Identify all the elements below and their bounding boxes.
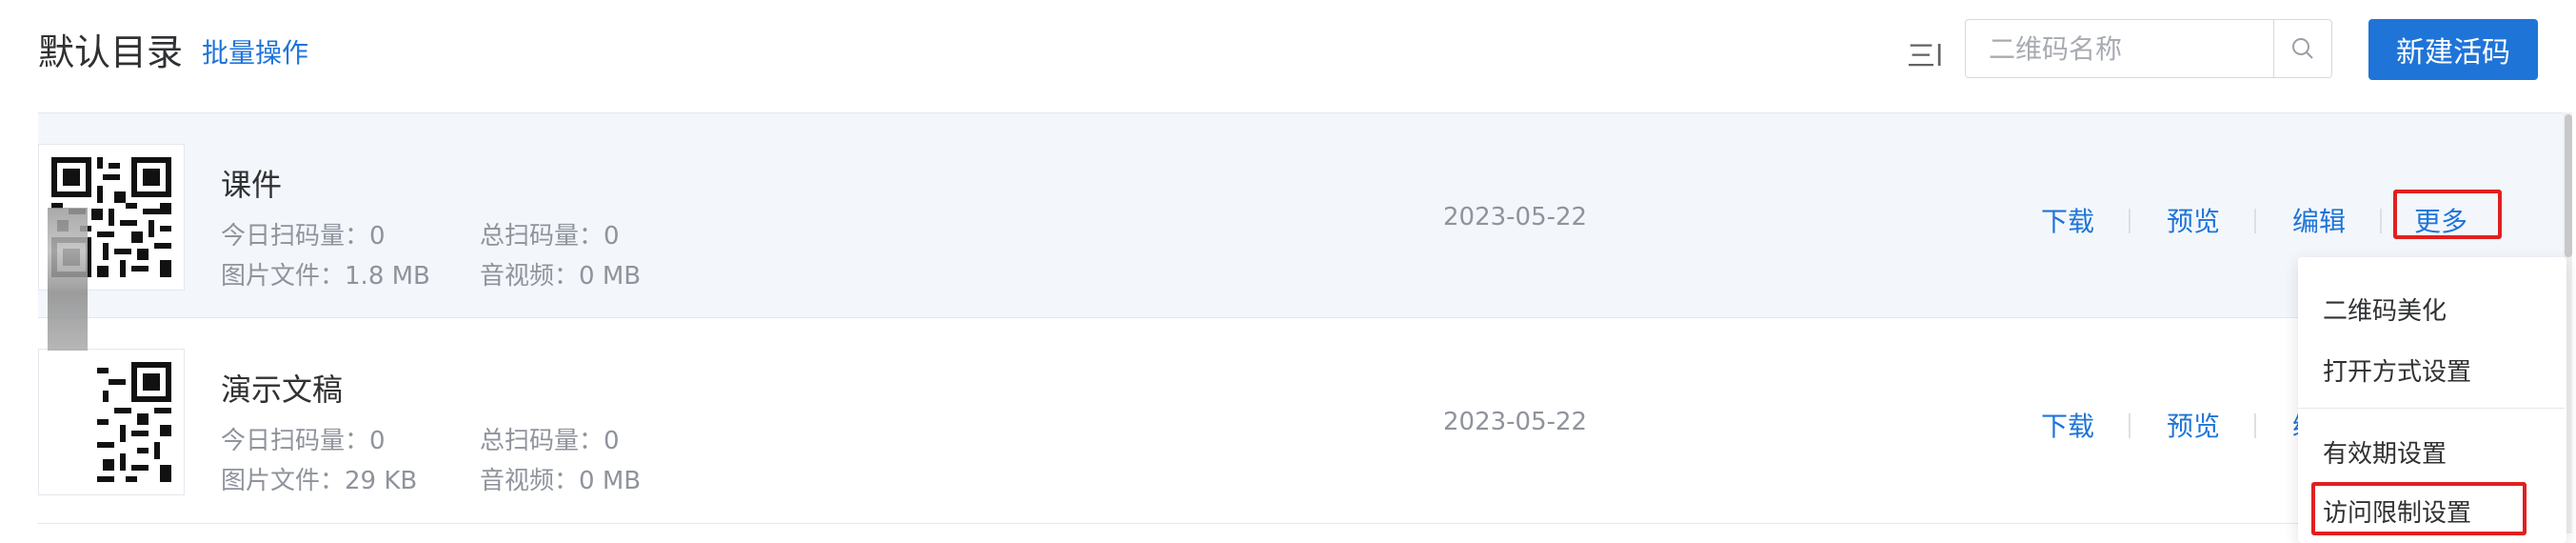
image-files-value: 1.8 MB — [345, 262, 430, 291]
download-link[interactable]: 下载 — [2041, 201, 2094, 239]
menu-item-qrcode-beautify[interactable]: 二维码美化 — [2323, 292, 2447, 327]
today-scans-value: 0 — [369, 427, 386, 455]
new-qrcode-button[interactable]: 新建活码 — [2368, 19, 2538, 80]
sort-icon[interactable]: 三l — [1907, 32, 1943, 74]
directory-title: 默认目录 — [38, 31, 184, 73]
download-link[interactable]: 下载 — [2041, 406, 2094, 444]
scrollbar-thumb[interactable] — [2565, 114, 2572, 257]
action-divider — [2129, 209, 2130, 233]
created-date: 2023-05-22 — [1443, 408, 1588, 436]
action-divider — [2129, 413, 2130, 438]
image-files-stat: 图片文件：29 KB — [221, 461, 417, 496]
today-scans-stat: 今日扫码量：0 — [221, 216, 386, 251]
action-divider — [2380, 209, 2382, 233]
total-scans-value: 0 — [604, 427, 620, 455]
search-box — [1965, 19, 2332, 78]
audio-video-stat: 音视频：0 MB — [480, 256, 641, 292]
today-scans-stat: 今日扫码量：0 — [221, 421, 386, 456]
menu-divider — [2298, 408, 2565, 409]
preview-link[interactable]: 预览 — [2167, 406, 2220, 444]
today-scans-label: 今日扫码量： — [221, 222, 370, 251]
created-date: 2023-05-22 — [1443, 203, 1588, 231]
page-header: 默认目录 批量操作 三l 新建活码 — [38, 0, 2538, 105]
audio-video-label: 音视频： — [480, 262, 580, 291]
qrcode-list: 课件 今日扫码量：0 总扫码量：0 图片文件：1.8 MB 音视频：0 MB 2… — [38, 112, 2565, 524]
image-files-label: 图片文件： — [221, 467, 346, 495]
today-scans-label: 今日扫码量： — [221, 427, 370, 455]
blurred-overlay — [48, 208, 88, 351]
image-files-label: 图片文件： — [221, 262, 346, 291]
search-input[interactable] — [1966, 20, 2284, 77]
access-limit-highlight-box — [2311, 482, 2526, 535]
menu-item-open-mode[interactable]: 打开方式设置 — [2323, 352, 2471, 388]
qrcode-image — [51, 362, 171, 482]
audio-video-stat: 音视频：0 MB — [480, 461, 641, 496]
edit-link[interactable]: 编辑 — [2292, 201, 2346, 239]
menu-item-validity[interactable]: 有效期设置 — [2323, 434, 2447, 470]
total-scans-label: 总扫码量： — [480, 222, 604, 251]
search-button[interactable] — [2273, 20, 2331, 77]
search-icon — [2292, 38, 2313, 59]
image-files-value: 29 KB — [345, 467, 418, 495]
list-item[interactable]: 课件 今日扫码量：0 总扫码量：0 图片文件：1.8 MB 音视频：0 MB 2… — [38, 112, 2565, 318]
total-scans-label: 总扫码量： — [480, 427, 604, 455]
more-highlight-box — [2393, 190, 2502, 239]
action-divider — [2254, 413, 2256, 438]
total-scans-value: 0 — [604, 222, 620, 251]
total-scans-stat: 总扫码量：0 — [480, 216, 620, 251]
item-name[interactable]: 课件 — [221, 161, 282, 205]
list-item[interactable]: 演示文稿 今日扫码量：0 总扫码量：0 图片文件：29 KB 音视频：0 MB … — [38, 318, 2565, 524]
action-divider — [2254, 209, 2256, 233]
audio-video-value: 0 MB — [579, 262, 642, 291]
item-name[interactable]: 演示文稿 — [221, 366, 343, 410]
batch-operation-link[interactable]: 批量操作 — [202, 32, 308, 70]
qrcode-thumbnail[interactable] — [38, 349, 185, 495]
audio-video-label: 音视频： — [480, 467, 580, 495]
image-files-stat: 图片文件：1.8 MB — [221, 256, 430, 292]
audio-video-value: 0 MB — [579, 467, 642, 495]
total-scans-stat: 总扫码量：0 — [480, 421, 620, 456]
more-dropdown-menu: 二维码美化 打开方式设置 有效期设置 访问限制设置 — [2298, 257, 2566, 543]
preview-link[interactable]: 预览 — [2167, 201, 2220, 239]
today-scans-value: 0 — [369, 222, 386, 251]
